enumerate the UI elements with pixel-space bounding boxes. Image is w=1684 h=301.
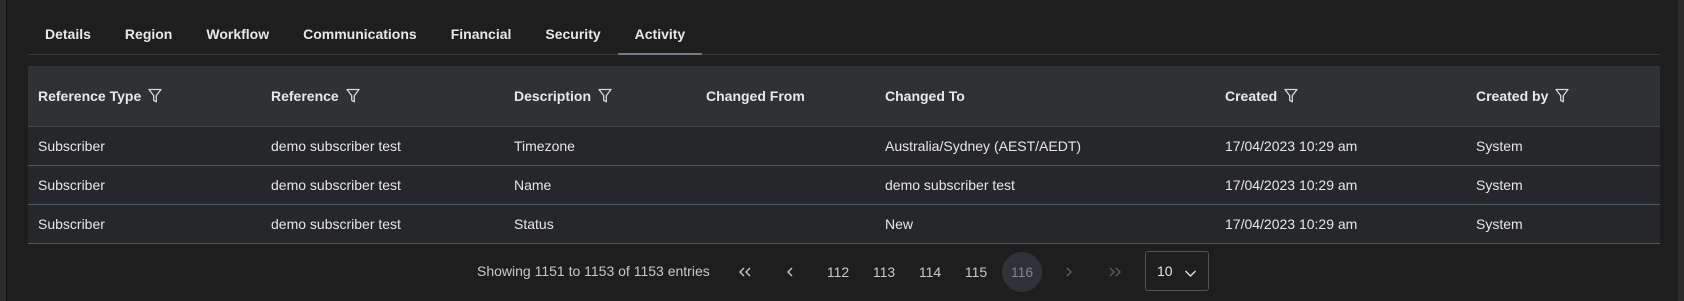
tab-bar: Details Region Workflow Communications F…: [28, 14, 1660, 55]
column-label: Changed To: [885, 88, 965, 104]
cell-reference: demo subscriber test: [271, 216, 401, 232]
tab-region[interactable]: Region: [108, 14, 189, 54]
tab-activity[interactable]: Activity: [617, 14, 703, 55]
table-row[interactable]: Subscriber demo subscriber test Timezone…: [28, 127, 1660, 166]
cell-created: 17/04/2023 10:29 am: [1225, 177, 1358, 193]
tab-financial[interactable]: Financial: [434, 14, 529, 54]
column-label: Reference Type: [38, 88, 142, 104]
page-button-115[interactable]: 115: [956, 252, 996, 292]
cell-created-by: System: [1476, 138, 1523, 154]
tab-workflow[interactable]: Workflow: [189, 14, 286, 54]
chevron-right-icon: [1066, 267, 1072, 277]
column-header-reference[interactable]: Reference: [261, 88, 504, 104]
filter-icon[interactable]: [1284, 88, 1298, 104]
cell-changed-to: New: [885, 216, 914, 232]
column-header-description[interactable]: Description: [504, 88, 696, 104]
table-header: Reference Type Reference Description Cha…: [28, 66, 1660, 127]
column-label: Description: [514, 88, 592, 104]
cell-created: 17/04/2023 10:29 am: [1225, 216, 1358, 232]
table-row[interactable]: Subscriber demo subscriber test Name dem…: [28, 166, 1660, 205]
page-button-112[interactable]: 112: [818, 252, 858, 292]
column-header-created-by[interactable]: Created by: [1466, 88, 1660, 104]
cell-description: Name: [514, 177, 552, 193]
cell-description: Status: [514, 216, 554, 232]
column-label: Created by: [1476, 88, 1549, 104]
cell-reference: demo subscriber test: [271, 177, 401, 193]
first-page-button[interactable]: [725, 252, 765, 292]
double-chevron-right-icon: [1109, 267, 1121, 277]
previous-page-button[interactable]: [770, 252, 810, 292]
chevron-left-icon: [787, 267, 793, 277]
page-size-select[interactable]: 10: [1145, 251, 1209, 291]
column-label: Created: [1225, 88, 1278, 104]
cell-reference-type: Subscriber: [38, 138, 105, 154]
cell-description: Timezone: [514, 138, 575, 154]
pagination: Showing 1151 to 1153 of 1153 entries 112…: [0, 246, 1684, 296]
column-header-created[interactable]: Created: [1215, 88, 1466, 104]
page-size-value: 10: [1157, 263, 1173, 279]
chevron-down-icon: [1184, 265, 1197, 281]
double-chevron-left-icon: [739, 267, 751, 277]
column-header-changed-to[interactable]: Changed To: [875, 88, 1215, 104]
cell-reference-type: Subscriber: [38, 216, 105, 232]
pagination-info: Showing 1151 to 1153 of 1153 entries: [477, 263, 710, 279]
cell-created-by: System: [1476, 177, 1523, 193]
next-page-button[interactable]: [1049, 252, 1089, 292]
column-header-changed-from[interactable]: Changed From: [696, 88, 875, 104]
tab-security[interactable]: Security: [528, 14, 617, 54]
tab-details[interactable]: Details: [28, 14, 108, 54]
cell-created: 17/04/2023 10:29 am: [1225, 138, 1358, 154]
page-button-116-current[interactable]: 116: [1002, 252, 1042, 292]
column-label: Changed From: [706, 88, 805, 104]
cell-created-by: System: [1476, 216, 1523, 232]
column-label: Reference: [271, 88, 339, 104]
table-row[interactable]: Subscriber demo subscriber test Status N…: [28, 205, 1660, 244]
filter-icon[interactable]: [598, 88, 612, 104]
filter-icon[interactable]: [346, 88, 360, 104]
last-page-button[interactable]: [1095, 252, 1135, 292]
page-button-114[interactable]: 114: [910, 252, 950, 292]
tab-communications[interactable]: Communications: [286, 14, 434, 54]
filter-icon[interactable]: [148, 88, 162, 104]
filter-icon[interactable]: [1555, 88, 1570, 104]
cell-changed-to: Australia/Sydney (AEST/AEDT): [885, 138, 1082, 154]
cell-reference: demo subscriber test: [271, 138, 401, 154]
page-button-113[interactable]: 113: [864, 252, 904, 292]
cell-reference-type: Subscriber: [38, 177, 105, 193]
activity-table: Reference Type Reference Description Cha…: [28, 66, 1660, 244]
column-header-reference-type[interactable]: Reference Type: [28, 88, 261, 104]
cell-changed-to: demo subscriber test: [885, 177, 1015, 193]
